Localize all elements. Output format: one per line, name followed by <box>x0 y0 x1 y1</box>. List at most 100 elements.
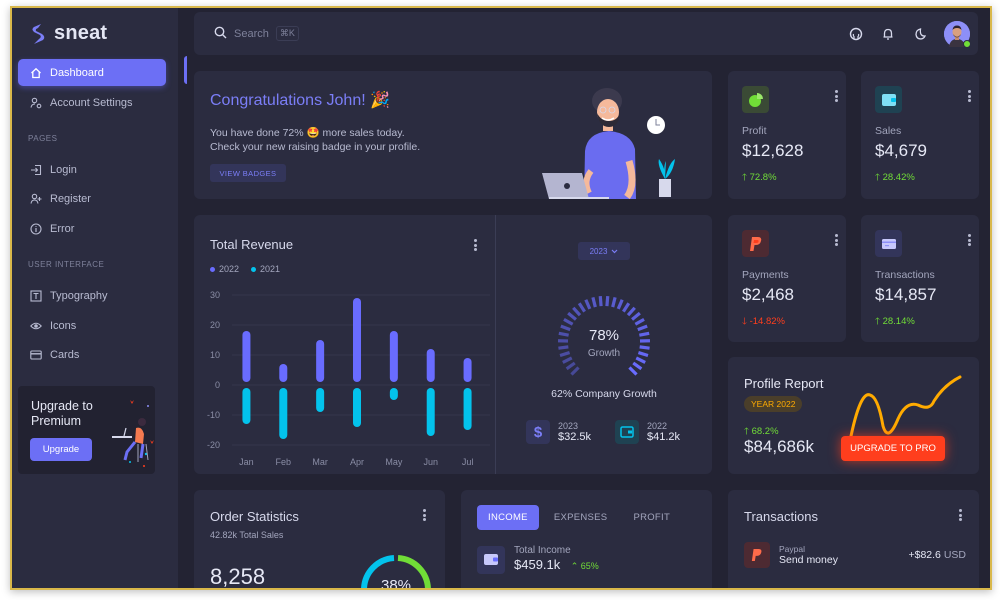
user-gear-icon <box>30 97 42 109</box>
app-frame: sneat Dashboard Account Settings PAGES L… <box>10 6 992 590</box>
stat-value: $4,679 <box>875 141 927 160</box>
order-count: 8,258 <box>210 564 266 589</box>
bar-2021-mar[interactable] <box>316 388 325 412</box>
order-stats-title: Order Statistics <box>210 509 299 524</box>
gauge-tick <box>628 366 638 376</box>
active-indicator <box>184 56 187 84</box>
stat-change-value: -14.82% <box>749 316 785 327</box>
card-divider <box>495 215 496 474</box>
search-shortcut: ⌘K <box>275 26 299 41</box>
bar-2021-feb[interactable] <box>279 388 288 439</box>
profile-report-title: Profile Report <box>744 376 824 391</box>
more-options-icon[interactable] <box>834 90 838 102</box>
bar-2021-may[interactable] <box>389 388 398 400</box>
stat-card-profit: Profit $12,628 🡑 72.8% <box>728 71 846 199</box>
bar-2021-jul[interactable] <box>463 388 472 430</box>
profile-sparkline <box>848 375 962 441</box>
bar-2022-mar[interactable] <box>316 340 325 382</box>
gauge-tick <box>598 296 603 307</box>
upgrade-illustration <box>112 400 154 467</box>
bar-2022-may[interactable] <box>389 331 398 382</box>
dollar-icon: $ <box>526 420 550 444</box>
more-options-icon[interactable] <box>967 90 971 102</box>
section-title-user-interface: USER INTERFACE <box>28 260 105 269</box>
gauge-tick <box>631 311 641 321</box>
bar-2022-jan[interactable] <box>242 331 251 382</box>
sidebar-item-cards[interactable]: Cards <box>18 341 166 368</box>
sidebar-item-label: Account Settings <box>50 96 133 109</box>
year-select-dropdown[interactable]: 2023 <box>578 242 630 260</box>
income-value: $459.1k <box>514 557 561 572</box>
y-tick-label: 30 <box>210 290 220 300</box>
mini-stat-value: $41.2k <box>647 431 681 443</box>
growth-percent: 78% <box>588 327 620 344</box>
text-box-icon <box>30 289 42 302</box>
tab-income[interactable]: INCOME <box>477 505 539 530</box>
bar-2021-apr[interactable] <box>353 388 361 427</box>
bar-2021-jun[interactable] <box>426 388 435 436</box>
transaction-amount: +$82.6 USD <box>908 549 966 561</box>
order-statistics-card: Order Statistics 42.82k Total Sales 8,25… <box>194 490 445 589</box>
congrats-title: Congratulations John! 🎉 <box>210 92 391 109</box>
upgrade-to-pro-button[interactable]: UPGRADE TO PRO <box>841 436 945 461</box>
bar-2022-jun[interactable] <box>426 349 435 382</box>
view-badges-button[interactable]: VIEW BADGES <box>210 164 286 182</box>
sidebar-item-typography[interactable]: Typography <box>18 282 166 309</box>
y-tick-label: 10 <box>210 350 220 360</box>
more-options-icon[interactable] <box>958 509 962 521</box>
upgrade-button[interactable]: Upgrade <box>30 438 92 461</box>
more-options-icon[interactable] <box>834 234 838 246</box>
wallet-icon <box>615 420 639 444</box>
bell-icon[interactable] <box>880 26 896 42</box>
transaction-currency: USD <box>943 549 966 561</box>
tab-expenses[interactable]: EXPENSES <box>543 505 619 530</box>
moon-icon[interactable] <box>912 26 928 42</box>
sidebar-item-error[interactable]: Error <box>18 215 166 242</box>
sidebar-item-dashboard[interactable]: Dashboard <box>18 59 166 86</box>
bar-2022-apr[interactable] <box>353 298 361 382</box>
search-input[interactable]: Search ⌘K <box>214 26 299 42</box>
more-options-icon[interactable] <box>967 234 971 246</box>
profile-value: $84,686k <box>744 437 814 456</box>
info-circle-icon <box>30 222 42 235</box>
stat-change-value: 28.14% <box>882 316 915 327</box>
more-options-icon[interactable] <box>473 239 477 251</box>
bar-2022-jul[interactable] <box>463 358 472 382</box>
arrow-up-icon: 🡑 <box>744 426 752 437</box>
bar-2021-jan[interactable] <box>242 388 251 424</box>
bar-2022-feb[interactable] <box>279 364 288 382</box>
x-tick-label: Jan <box>239 457 254 467</box>
sidebar: sneat Dashboard Account Settings PAGES L… <box>12 8 178 588</box>
search-placeholder: Search <box>234 27 269 40</box>
chart-legend: 2022 2021 <box>210 264 280 274</box>
online-status-badge <box>963 39 971 48</box>
mini-stat-year: 2022 <box>647 421 668 431</box>
x-tick-label: Feb <box>276 457 292 467</box>
chevron-down-icon <box>611 247 618 256</box>
sidebar-item-label: Icons <box>50 319 77 332</box>
paypal-icon <box>742 230 769 257</box>
year-badge: YEAR 2022 <box>744 396 803 412</box>
sidebar-item-login[interactable]: Login <box>18 156 166 183</box>
tab-profit[interactable]: PROFIT <box>622 505 681 530</box>
user-plus-icon <box>30 193 42 205</box>
congratulations-card: Congratulations John! 🎉 You have done 72… <box>194 71 712 199</box>
sidebar-item-account-settings[interactable]: Account Settings <box>18 89 166 116</box>
transaction-row[interactable]: Paypal Send money +$82.6 USD <box>744 542 966 568</box>
legend-label: 2021 <box>260 264 281 274</box>
gauge-tick <box>572 306 582 317</box>
legend-dot <box>210 267 215 273</box>
gauge-tick <box>632 361 643 371</box>
github-icon[interactable] <box>848 26 864 42</box>
sidebar-item-label: Typography <box>50 289 108 302</box>
user-avatar[interactable] <box>944 20 971 48</box>
man-with-laptop-illustration <box>542 88 675 199</box>
sidebar-item-register[interactable]: Register <box>18 185 166 212</box>
income-tabs: INCOME EXPENSES PROFIT <box>477 505 681 530</box>
sidebar-item-icons[interactable]: Icons <box>18 312 166 339</box>
y-tick-label: -20 <box>207 440 220 450</box>
sidebar-item-label: Login <box>50 163 77 176</box>
transaction-source: Paypal <box>779 544 805 554</box>
more-options-icon[interactable] <box>422 509 426 521</box>
brand[interactable]: sneat <box>30 22 107 45</box>
